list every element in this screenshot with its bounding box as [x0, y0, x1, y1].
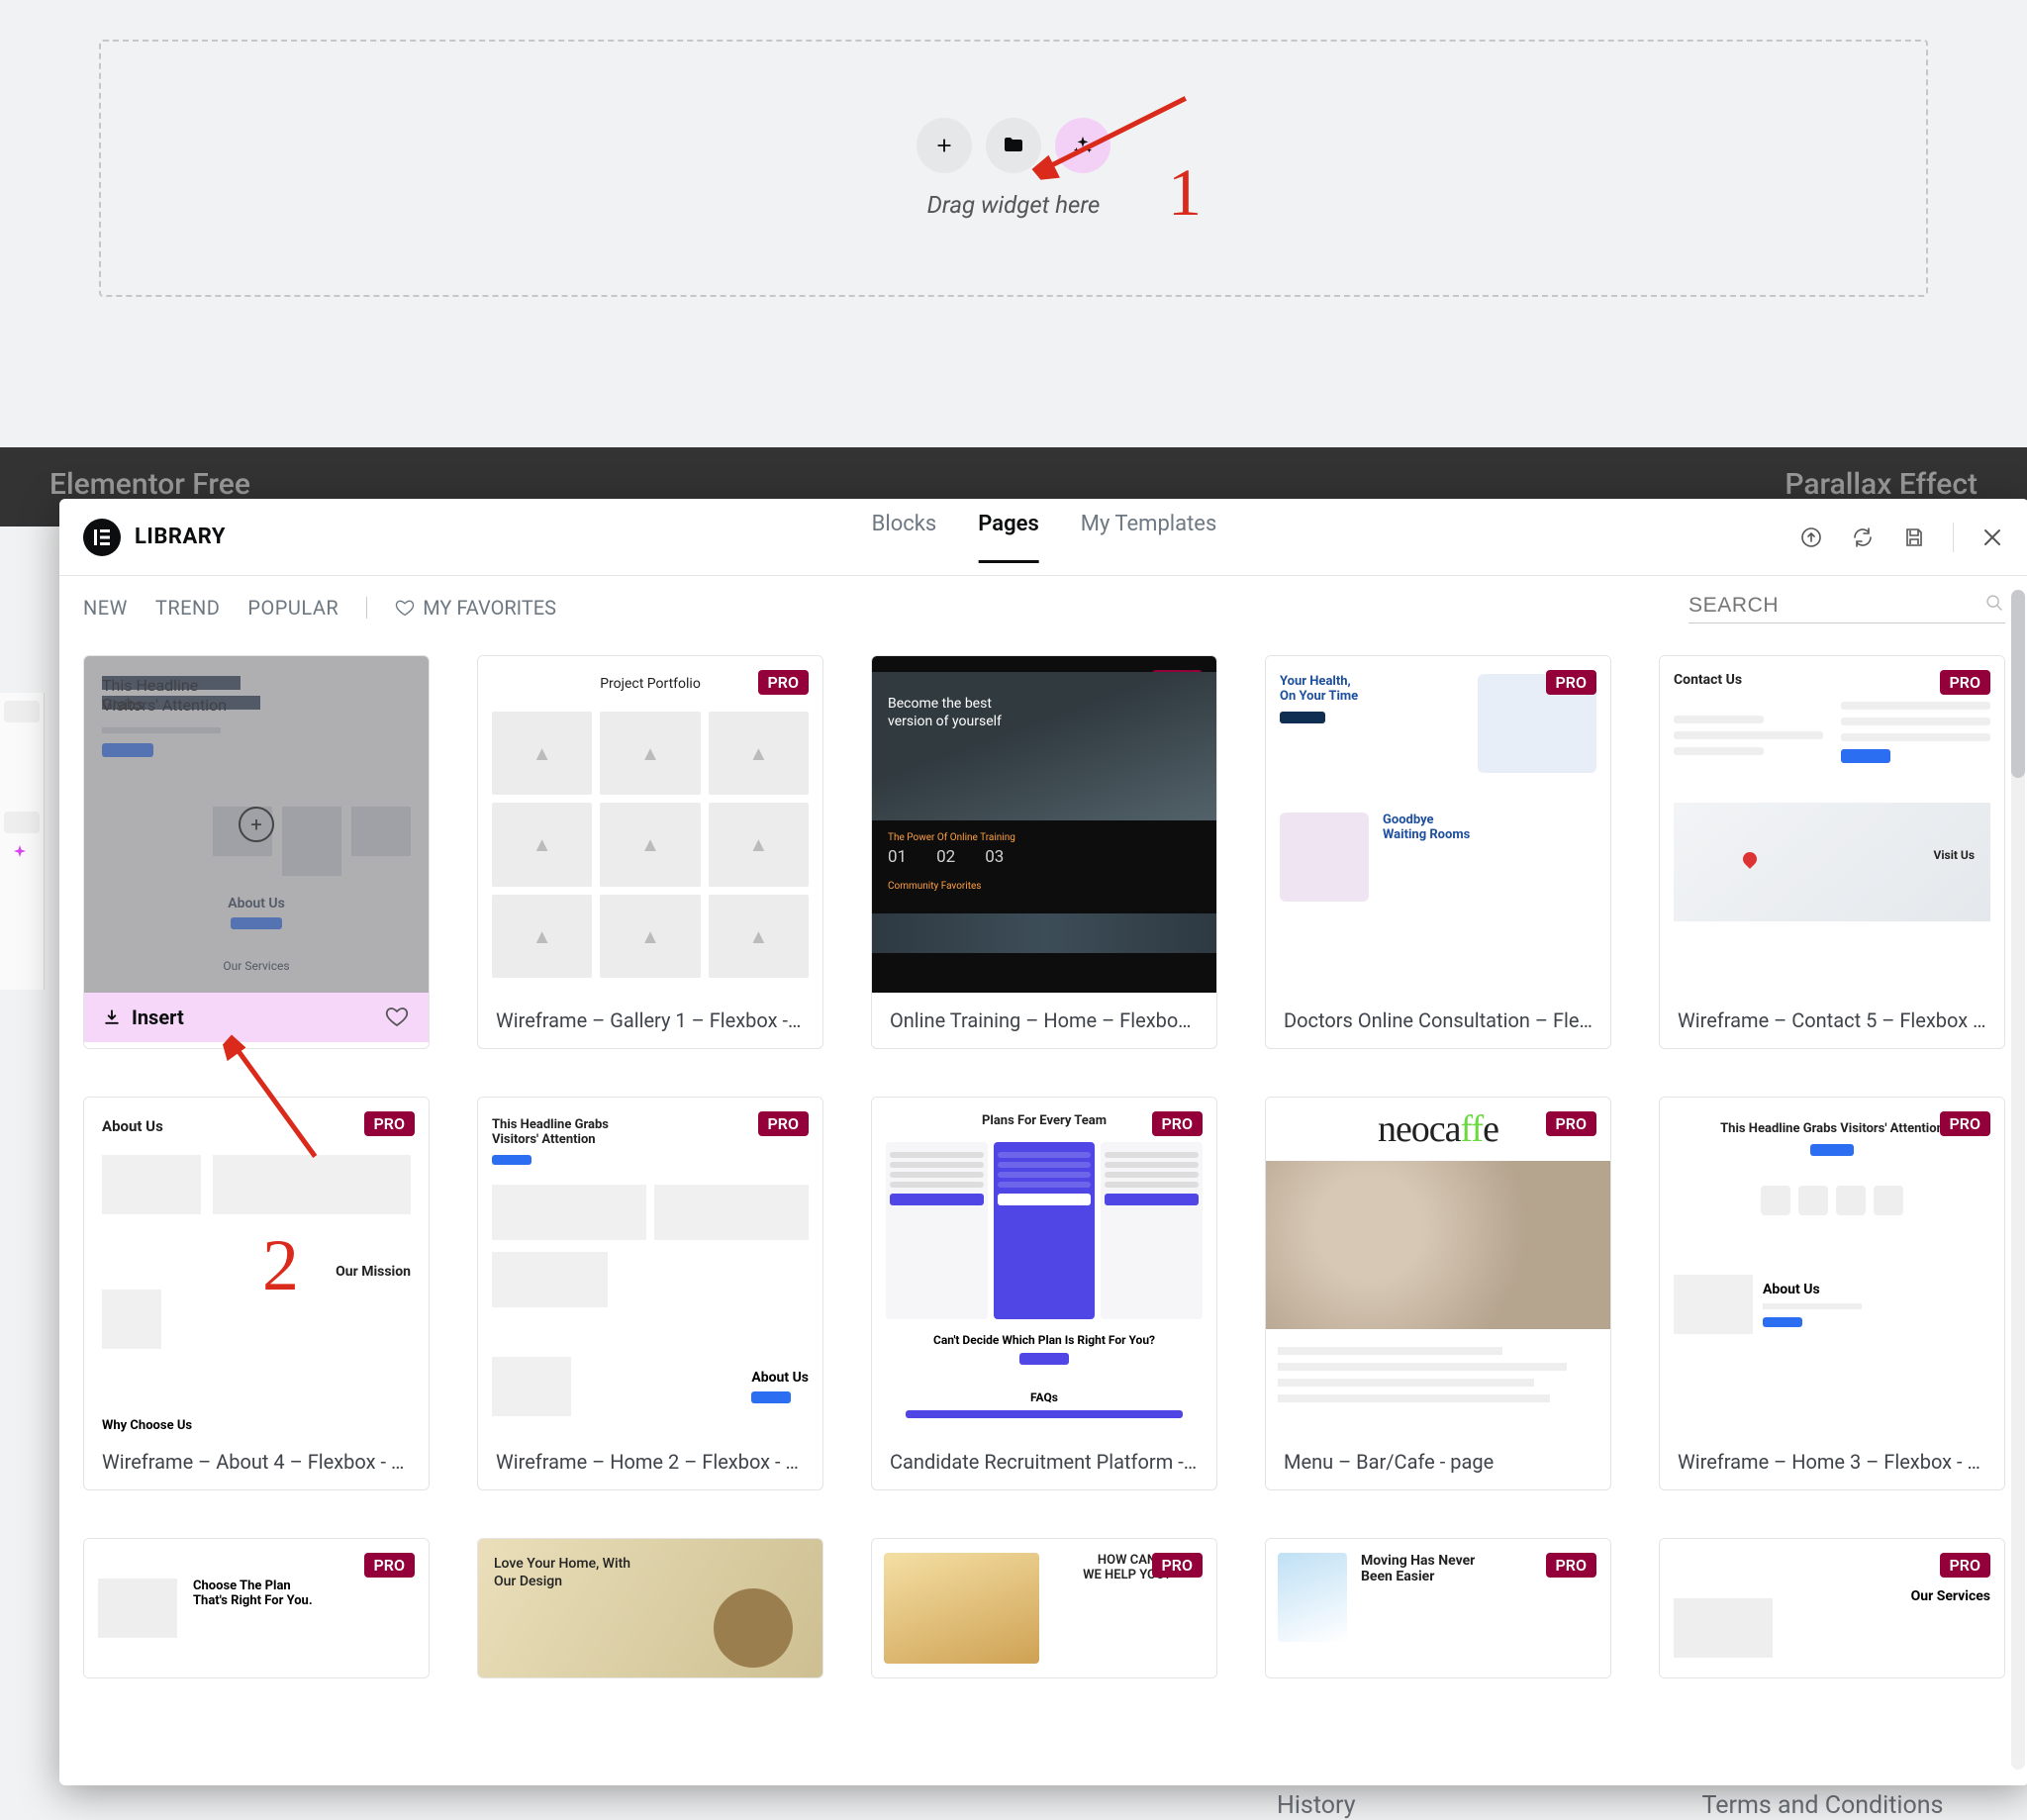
template-card[interactable]: This Headline Grabs Visitors' Attention … [83, 655, 430, 1049]
template-title: Menu – Bar/Cafe - page [1266, 1434, 1610, 1489]
annotation-number-1: 1 [1168, 153, 1202, 232]
save-button[interactable] [1901, 525, 1927, 550]
template-card[interactable]: PRO Moving Has NeverBeen Easier [1265, 1538, 1611, 1678]
pro-badge: PRO [364, 1553, 415, 1578]
template-thumbnail: Contact Us Visit Us [1660, 656, 2004, 993]
annotation-number-2: 2 [262, 1224, 299, 1308]
filter-popular[interactable]: POPULAR [247, 596, 338, 620]
divider [366, 597, 367, 619]
left-sidebar-fragment [0, 693, 45, 990]
template-title: Online Training – Home – Flexbox - … [872, 993, 1216, 1048]
template-card[interactable]: PRO Contact Us Visit Us Wireframe – Cont… [1659, 655, 2005, 1049]
template-thumbnail: Your Health, On Your Time Goodbye Waitin… [1266, 656, 1610, 993]
pro-badge: PRO [758, 670, 809, 695]
template-title: Wireframe – Gallery 1 – Flexbox - pa… [478, 993, 822, 1048]
pro-badge: PRO [1940, 670, 1990, 695]
pro-badge: PRO [1546, 670, 1596, 695]
template-thumbnail: Plans For Every Team Can't Decide Which … [872, 1098, 1216, 1434]
template-card[interactable]: PRO Our Services [1659, 1538, 2005, 1678]
drop-zone[interactable]: Drag widget here [99, 40, 1928, 297]
library-brand: LIBRARY [83, 519, 226, 556]
footer-history[interactable]: History [1277, 1791, 1356, 1820]
pro-badge: PRO [1940, 1111, 1990, 1136]
editor-canvas: Drag widget here [0, 0, 2027, 447]
library-header: LIBRARY Blocks Pages My Templates [59, 499, 2027, 576]
tab-blocks[interactable]: Blocks [872, 512, 937, 563]
scrollbar-thumb[interactable] [2011, 590, 2025, 778]
footer-terms[interactable]: Terms and Conditions [1702, 1791, 1944, 1820]
tab-my-templates[interactable]: My Templates [1081, 512, 1217, 563]
favorite-toggle[interactable] [385, 1005, 411, 1030]
template-thumbnail: Project Portfolio ▲▲▲ ▲▲▲ ▲▲▲ [478, 656, 822, 993]
pro-badge: PRO [1546, 1553, 1596, 1578]
insert-button[interactable]: Insert [102, 1006, 184, 1029]
heart-icon [395, 598, 415, 618]
template-title: Wireframe – Contact 5 – Flexbox - … [1660, 993, 2004, 1048]
sidebar-pill [4, 701, 40, 722]
scrollbar[interactable] [2011, 590, 2025, 1770]
download-icon [102, 1007, 122, 1027]
pro-badge: PRO [364, 1111, 415, 1136]
template-card[interactable]: PRO Become the best version of yourself … [871, 655, 1217, 1049]
thumbnail-hover-overlay [84, 656, 429, 993]
filter-favorites[interactable]: MY FAVORITES [395, 596, 556, 620]
template-title: Wireframe – Home 2 – Flexbox - pa… [478, 1434, 822, 1489]
template-card[interactable]: PRO This Headline Grabs Visitors' Attent… [477, 1097, 823, 1490]
template-thumbnail: Love Your Home, With Our Design [478, 1539, 822, 1677]
plus-icon [933, 135, 955, 156]
divider [1953, 523, 1954, 552]
template-card[interactable]: PRO HOW CANWE HELP YOU? [871, 1538, 1217, 1678]
template-card[interactable]: PRO Project Portfolio ▲▲▲ ▲▲▲ ▲▲▲ Wirefr… [477, 655, 823, 1049]
template-card[interactable]: PRO Plans For Every Team Can't Decide Wh… [871, 1097, 1217, 1490]
pro-badge: PRO [1152, 1553, 1203, 1578]
template-title: Wireframe – About 4 – Flexbox - pa… [84, 1434, 429, 1489]
template-card[interactable]: PRO neocaffe Menu – Bar/Cafe - page [1265, 1097, 1611, 1490]
sidebar-pill [4, 812, 40, 833]
library-modal: LIBRARY Blocks Pages My Templates NEW [59, 499, 2027, 1785]
tab-pages[interactable]: Pages [978, 512, 1038, 563]
template-title: Candidate Recruitment Platform - p… [872, 1434, 1216, 1489]
template-thumbnail: neocaffe [1266, 1098, 1610, 1434]
filter-new[interactable]: NEW [83, 596, 128, 620]
template-card[interactable]: PRO About Us Our Mission Why Choose Us W… [83, 1097, 430, 1490]
ai-icon[interactable] [8, 843, 32, 867]
search-input[interactable] [1689, 594, 1983, 618]
template-thumbnail: About Us Our Mission Why Choose Us [84, 1098, 429, 1434]
elementor-logo-icon [83, 519, 121, 556]
pro-badge: PRO [1546, 1111, 1596, 1136]
refresh-button[interactable] [1850, 525, 1876, 550]
template-title: Wireframe – Home 3 – Flexbox - pa… [1660, 1434, 2004, 1489]
search-icon [1983, 592, 2005, 619]
library-title: LIBRARY [135, 525, 226, 549]
add-widget-button[interactable] [917, 118, 972, 173]
upload-button[interactable] [1798, 525, 1824, 550]
folder-icon [1002, 134, 1025, 157]
close-button[interactable] [1979, 525, 2005, 550]
template-card[interactable]: PRO Choose The PlanThat's Right For You. [83, 1538, 430, 1678]
pro-badge: PRO [1940, 1553, 1990, 1578]
template-thumbnail: Become the best version of yourself The … [872, 656, 1216, 993]
filter-trend[interactable]: TREND [155, 596, 221, 620]
pro-badge: PRO [1152, 1111, 1203, 1136]
library-subheader: NEW TREND POPULAR MY FAVORITES [59, 576, 2027, 639]
search-wrap[interactable] [1689, 592, 2005, 623]
template-title: Doctors Online Consultation – Flex… [1266, 993, 1610, 1048]
pro-badge: PRO [758, 1111, 809, 1136]
magnify-icon[interactable] [239, 807, 274, 842]
template-card[interactable]: PRO Love Your Home, With Our Design [477, 1538, 823, 1678]
template-card[interactable]: PRO This Headline Grabs Visitors' Attent… [1659, 1097, 2005, 1490]
template-thumbnail: This Headline Grabs Visitors' Attention … [478, 1098, 822, 1434]
footer-links: History Terms and Conditions [0, 1791, 2027, 1820]
template-card[interactable]: PRO Your Health, On Your Time [1265, 655, 1611, 1049]
template-thumbnail: This Headline Grabs Visitors' Attention … [1660, 1098, 2004, 1434]
templates-grid: This Headline Grabs Visitors' Attention … [83, 655, 2005, 1678]
template-library-button[interactable] [986, 118, 1041, 173]
